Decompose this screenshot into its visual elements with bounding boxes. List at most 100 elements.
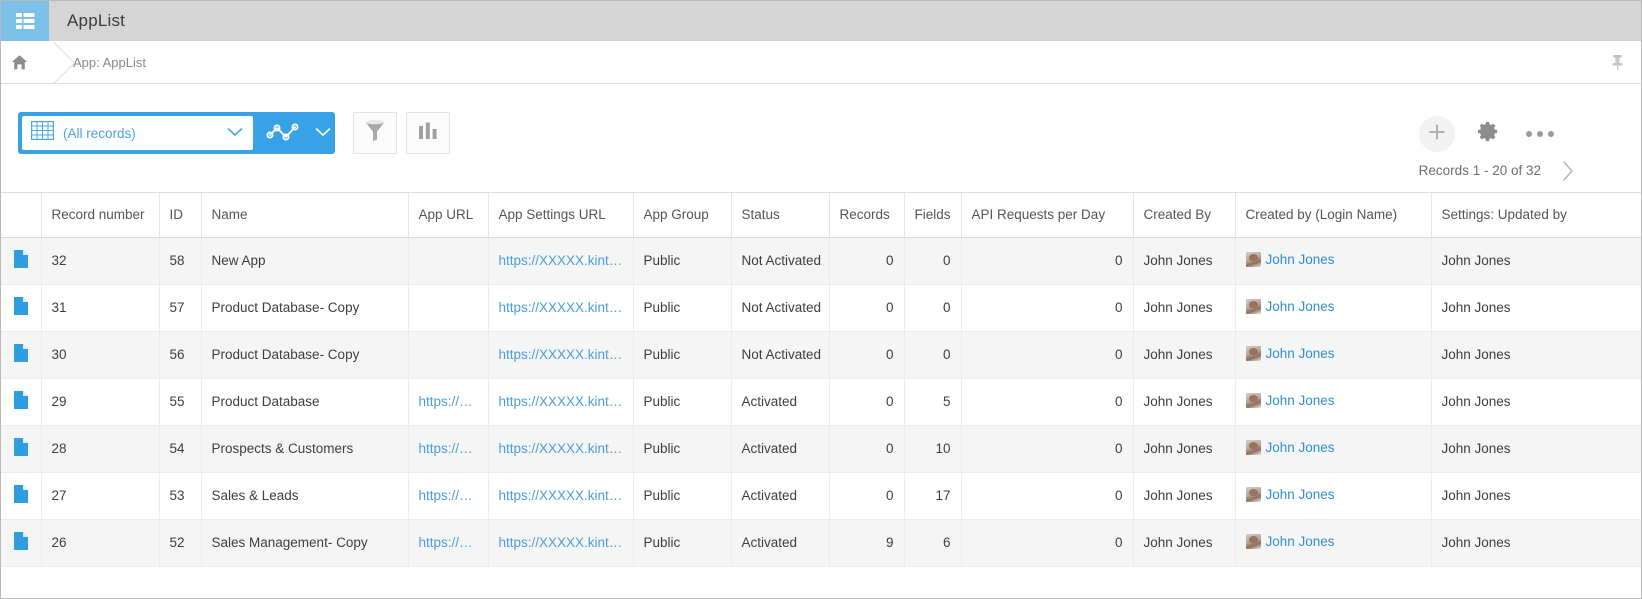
column-header-id[interactable]: ID bbox=[159, 193, 202, 238]
column-header-app-group[interactable]: App Group bbox=[633, 193, 732, 238]
column-header-icon bbox=[1, 193, 42, 238]
column-header-status[interactable]: Status bbox=[731, 193, 830, 238]
cell-api-requests: 0 bbox=[961, 237, 1134, 285]
table-row[interactable]: 31 57 Product Database- Copy https://XXX… bbox=[1, 284, 1641, 332]
column-header-records[interactable]: Records bbox=[829, 193, 905, 238]
cell-record-number: 32 bbox=[41, 237, 160, 285]
breadcrumb: App: AppList bbox=[1, 41, 1641, 84]
cell-api-requests: 0 bbox=[961, 378, 1134, 426]
cell-created-by-login[interactable]: John Jones bbox=[1235, 331, 1432, 379]
plus-icon bbox=[1427, 122, 1447, 147]
cell-app-settings-url[interactable]: https://XXXXX.kint… bbox=[488, 472, 634, 520]
table-row[interactable]: 32 58 New App https://XXXXX.kint… Public… bbox=[1, 237, 1641, 285]
cell-created-by-login[interactable]: John Jones bbox=[1235, 472, 1432, 520]
graph-view-button[interactable] bbox=[253, 116, 313, 150]
chevron-down-icon[interactable] bbox=[315, 124, 331, 142]
cell-created-by-login[interactable]: John Jones bbox=[1235, 284, 1432, 332]
list-app-icon[interactable] bbox=[1, 1, 49, 41]
cell-record-number: 29 bbox=[41, 378, 160, 426]
record-open-icon[interactable] bbox=[1, 425, 42, 473]
cell-id: 52 bbox=[159, 519, 202, 567]
record-open-icon[interactable] bbox=[1, 378, 42, 426]
chevron-down-icon[interactable] bbox=[227, 124, 243, 142]
cell-app-group: Public bbox=[633, 519, 732, 567]
table-body: 32 58 New App https://XXXXX.kint… Public… bbox=[1, 237, 1641, 567]
column-header-app-url[interactable]: App URL bbox=[408, 193, 489, 238]
table-row[interactable]: 30 56 Product Database- Copy https://XXX… bbox=[1, 331, 1641, 379]
column-header-app-settings-url[interactable]: App Settings URL bbox=[488, 193, 634, 238]
view-selector[interactable]: (All records) bbox=[18, 112, 335, 154]
cell-app-settings-url[interactable]: https://XXXXX.kint… bbox=[488, 378, 634, 426]
cell-created-by-login-label: John Jones bbox=[1265, 392, 1335, 408]
cell-created-by: John Jones bbox=[1133, 472, 1236, 520]
cell-api-requests: 0 bbox=[961, 519, 1134, 567]
column-header-created-by-login[interactable]: Created by (Login Name) bbox=[1235, 193, 1432, 238]
record-open-icon[interactable] bbox=[1, 331, 42, 379]
cell-app-url[interactable] bbox=[408, 284, 489, 332]
cell-created-by: John Jones bbox=[1133, 425, 1236, 473]
record-open-icon[interactable] bbox=[1, 284, 42, 332]
cell-created-by-login[interactable]: John Jones bbox=[1235, 237, 1432, 285]
cell-id: 58 bbox=[159, 237, 202, 285]
record-open-icon[interactable] bbox=[1, 472, 42, 520]
cell-created-by-login[interactable]: John Jones bbox=[1235, 425, 1432, 473]
cell-app-url[interactable]: https://… bbox=[408, 472, 489, 520]
cell-created-by-login-label: John Jones bbox=[1265, 298, 1335, 314]
cell-created-by-login[interactable]: John Jones bbox=[1235, 519, 1432, 567]
cell-created-by: John Jones bbox=[1133, 331, 1236, 379]
table-row[interactable]: 28 54 Prospects & Customers https://… ht… bbox=[1, 425, 1641, 473]
view-selector-value: (All records) bbox=[63, 125, 136, 141]
settings-button[interactable] bbox=[1470, 116, 1506, 152]
records-table-container[interactable]: Record number ID Name App URL App Settin… bbox=[1, 192, 1641, 569]
record-open-icon[interactable] bbox=[1, 237, 42, 285]
cell-app-group: Public bbox=[633, 237, 732, 285]
column-header-created-by[interactable]: Created By bbox=[1133, 193, 1236, 238]
cell-app-settings-url[interactable]: https://XXXXX.kint… bbox=[488, 425, 634, 473]
column-header-record-number[interactable]: Record number bbox=[41, 193, 160, 238]
cell-id: 57 bbox=[159, 284, 202, 332]
breadcrumb-current[interactable]: App: AppList bbox=[73, 55, 146, 70]
cell-name: Product Database- Copy bbox=[201, 331, 409, 379]
home-icon[interactable] bbox=[1, 41, 37, 84]
cell-app-settings-url[interactable]: https://XXXXX.kint… bbox=[488, 237, 634, 285]
add-record-button[interactable] bbox=[1419, 116, 1455, 152]
cell-fields: 0 bbox=[904, 237, 962, 285]
cell-status: Not Activated bbox=[731, 237, 830, 285]
next-page-button[interactable] bbox=[1551, 156, 1585, 190]
cell-app-url[interactable] bbox=[408, 237, 489, 285]
cell-app-url[interactable]: https://… bbox=[408, 425, 489, 473]
cell-app-url[interactable]: https://… bbox=[408, 519, 489, 567]
cell-settings-updated-by: John Jones bbox=[1431, 237, 1641, 285]
cell-settings-updated-by: John Jones bbox=[1431, 519, 1641, 567]
cell-created-by: John Jones bbox=[1133, 284, 1236, 332]
record-open-icon[interactable] bbox=[1, 519, 42, 567]
cell-app-group: Public bbox=[633, 331, 732, 379]
table-row[interactable]: 27 53 Sales & Leads https://… https://XX… bbox=[1, 472, 1641, 520]
chart-button[interactable] bbox=[406, 112, 450, 154]
cell-name: Sales Management- Copy bbox=[201, 519, 409, 567]
cell-app-url[interactable] bbox=[408, 331, 489, 379]
table-row[interactable]: 26 52 Sales Management- Copy https://… h… bbox=[1, 519, 1641, 567]
pin-icon[interactable] bbox=[1610, 41, 1625, 84]
cell-app-group: Public bbox=[633, 378, 732, 426]
funnel-filter-icon bbox=[364, 119, 386, 147]
column-header-settings-updated-by[interactable]: Settings: Updated by bbox=[1431, 193, 1641, 238]
cell-settings-updated-by: John Jones bbox=[1431, 425, 1641, 473]
column-header-name[interactable]: Name bbox=[201, 193, 409, 238]
cell-records: 9 bbox=[829, 519, 905, 567]
cell-name: Product Database- Copy bbox=[201, 284, 409, 332]
table-row[interactable]: 29 55 Product Database https://… https:/… bbox=[1, 378, 1641, 426]
cell-created-by-login[interactable]: John Jones bbox=[1235, 378, 1432, 426]
cell-app-settings-url[interactable]: https://XXXXX.kint… bbox=[488, 519, 634, 567]
filter-button[interactable] bbox=[353, 112, 397, 154]
title-bar: AppList bbox=[1, 1, 1641, 41]
column-header-api-requests[interactable]: API Requests per Day bbox=[961, 193, 1134, 238]
cell-app-settings-url[interactable]: https://XXXXX.kint… bbox=[488, 284, 634, 332]
view-selector-field[interactable]: (All records) bbox=[22, 116, 253, 150]
column-header-fields[interactable]: Fields bbox=[904, 193, 962, 238]
cell-api-requests: 0 bbox=[961, 425, 1134, 473]
cell-app-url[interactable]: https://… bbox=[408, 378, 489, 426]
cell-created-by-login-label: John Jones bbox=[1265, 486, 1335, 502]
cell-app-settings-url[interactable]: https://XXXXX.kint… bbox=[488, 331, 634, 379]
more-options-button[interactable] bbox=[1522, 116, 1558, 152]
